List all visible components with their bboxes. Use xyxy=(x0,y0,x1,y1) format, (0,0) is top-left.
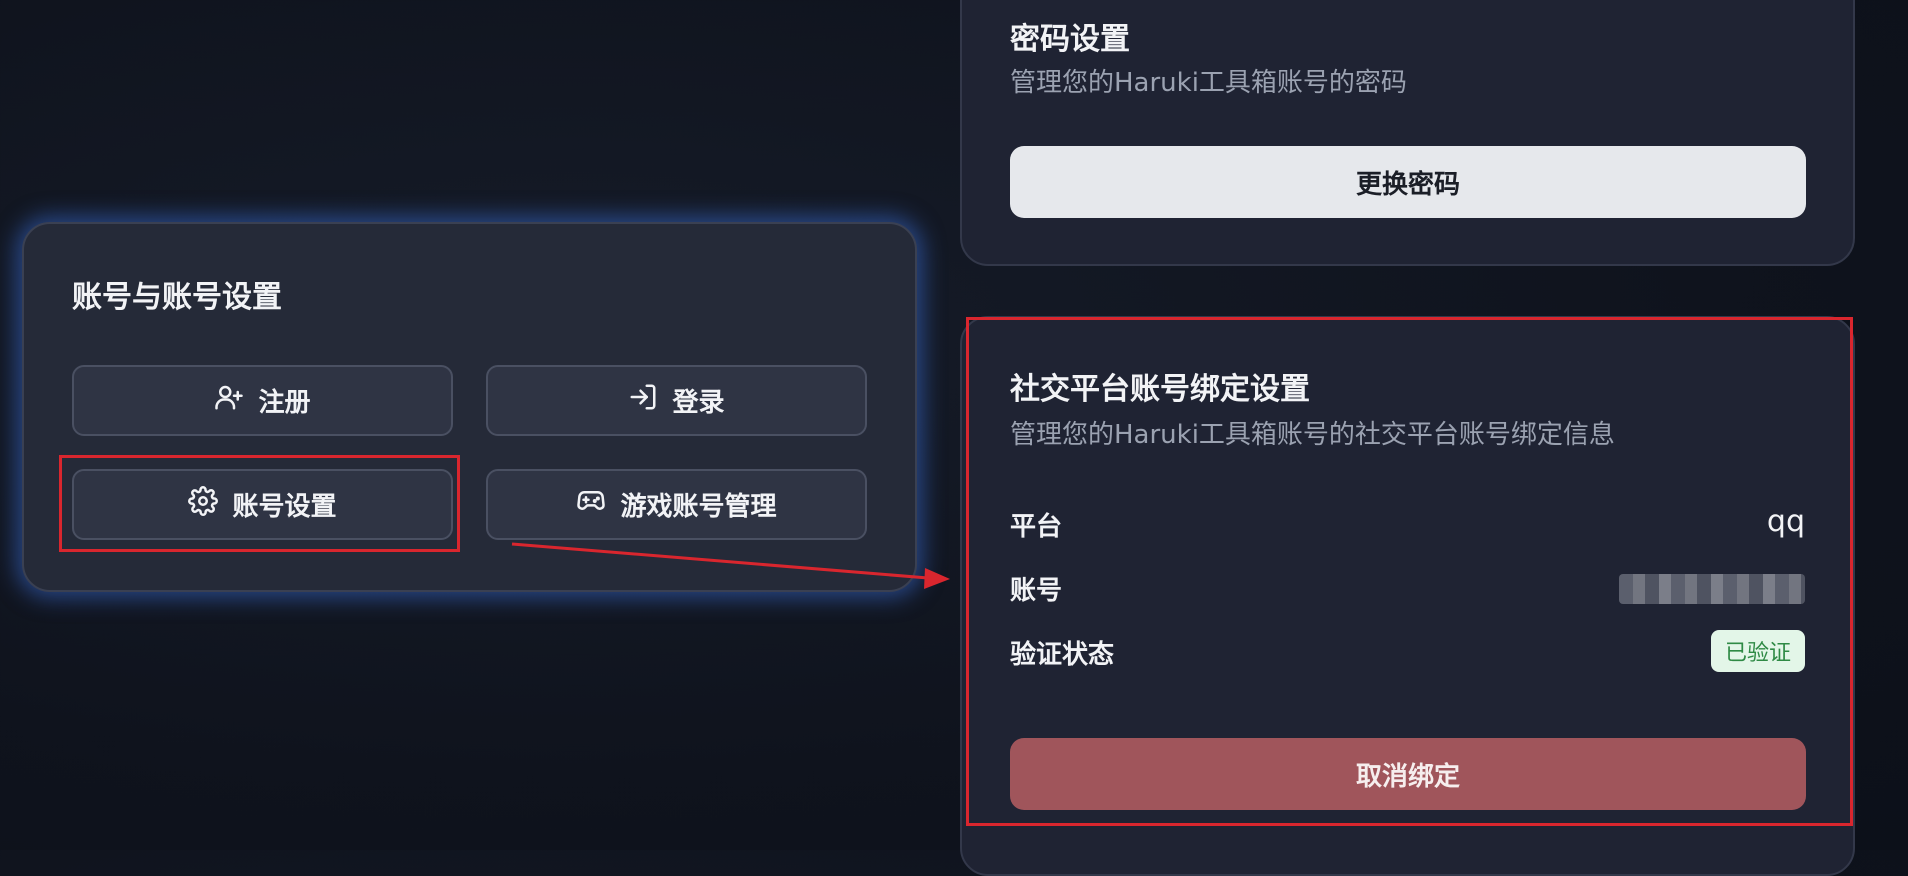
user-plus-icon xyxy=(214,382,244,419)
account-value-blurred xyxy=(1619,574,1805,604)
game-accounts-label: 游戏账号管理 xyxy=(620,492,777,522)
login-button[interactable]: 登录 xyxy=(486,365,867,436)
login-icon xyxy=(628,382,658,419)
unbind-button[interactable]: 取消绑定 xyxy=(1010,738,1806,810)
social-binding-card: 社交平台账号绑定设置 管理您的Haruki工具箱账号的社交平台账号绑定信息 平台… xyxy=(960,316,1855,876)
register-button[interactable]: 注册 xyxy=(72,365,453,436)
verification-status-label: 验证状态 xyxy=(1010,640,1115,670)
login-label: 登录 xyxy=(672,388,725,418)
account-card-title: 账号与账号设置 xyxy=(72,280,282,315)
verified-badge: 已验证 xyxy=(1710,630,1805,672)
platform-value: qq xyxy=(1766,504,1805,539)
register-label: 注册 xyxy=(258,388,311,418)
account-settings-button[interactable]: 账号设置 xyxy=(72,469,453,540)
gamepad-icon xyxy=(576,486,606,523)
account-label: 账号 xyxy=(1010,576,1063,606)
platform-label: 平台 xyxy=(1010,512,1063,542)
change-password-button[interactable]: 更换密码 xyxy=(1010,146,1806,218)
social-card-title: 社交平台账号绑定设置 xyxy=(1010,372,1310,407)
game-accounts-button[interactable]: 游戏账号管理 xyxy=(486,469,867,540)
account-settings-card: 账号与账号设置 注册 登录 账号设置 游戏账号管理 xyxy=(22,222,917,592)
gear-icon xyxy=(188,486,219,523)
password-card-title: 密码设置 xyxy=(1010,22,1130,57)
account-settings-label: 账号设置 xyxy=(232,492,337,522)
password-card-description: 管理您的Haruki工具箱账号的密码 xyxy=(1010,68,1407,98)
social-card-description: 管理您的Haruki工具箱账号的社交平台账号绑定信息 xyxy=(1010,420,1615,450)
password-settings-card: 密码设置 管理您的Haruki工具箱账号的密码 更换密码 xyxy=(960,0,1855,266)
